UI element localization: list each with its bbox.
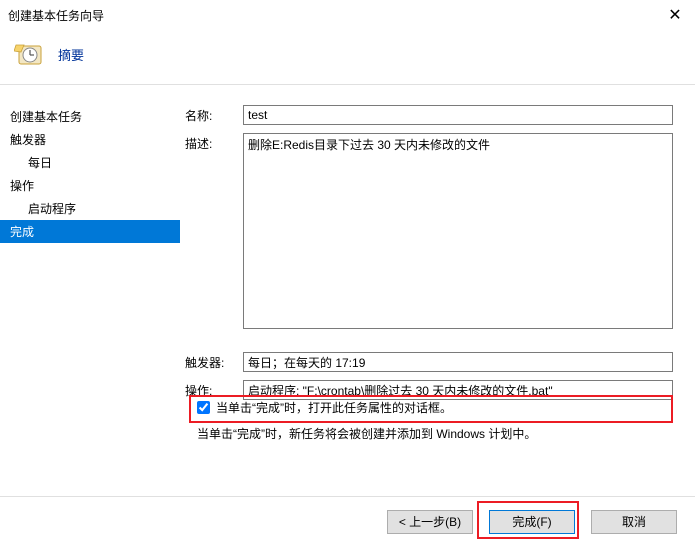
sidebar-item-create-task[interactable]: 创建基本任务 <box>0 105 185 128</box>
finish-note: 当单击“完成”时，新任务将会被创建并添加到 Windows 计划中。 <box>197 425 665 442</box>
back-button[interactable]: < 上一步(B) <box>387 510 473 534</box>
sidebar-item-trigger[interactable]: 触发器 <box>0 128 185 151</box>
sidebar-item-daily[interactable]: 每日 <box>0 151 185 174</box>
window-title: 创建基本任务向导 <box>8 7 663 24</box>
sidebar-item-action[interactable]: 操作 <box>0 174 185 197</box>
summary-icon <box>14 38 46 70</box>
open-properties-label: 当单击“完成”时，打开此任务属性的对话框。 <box>216 399 452 416</box>
trigger-value: 每日；在每天的 17:19 <box>243 352 673 372</box>
description-field[interactable] <box>243 133 673 329</box>
desc-label: 描述: <box>185 133 243 152</box>
trigger-label: 触发器: <box>185 352 243 371</box>
finish-button[interactable]: 完成(F) <box>489 510 575 534</box>
name-label: 名称: <box>185 105 243 124</box>
action-label: 操作: <box>185 380 243 399</box>
name-field[interactable] <box>243 105 673 125</box>
page-title: 摘要 <box>58 45 84 64</box>
close-icon[interactable]: ✕ <box>663 5 687 25</box>
action-value: 启动程序; "F:\crontab\删除过去 30 天内未修改的文件.bat" <box>243 380 673 400</box>
cancel-button[interactable]: 取消 <box>591 510 677 534</box>
sidebar-item-start-program[interactable]: 启动程序 <box>0 197 185 220</box>
sidebar-item-finish[interactable]: 完成 <box>0 220 180 243</box>
open-properties-checkbox[interactable] <box>197 401 210 414</box>
wizard-header: 摘要 <box>0 30 695 85</box>
wizard-steps-sidebar: 创建基本任务 触发器 每日 操作 启动程序 完成 <box>0 85 185 490</box>
